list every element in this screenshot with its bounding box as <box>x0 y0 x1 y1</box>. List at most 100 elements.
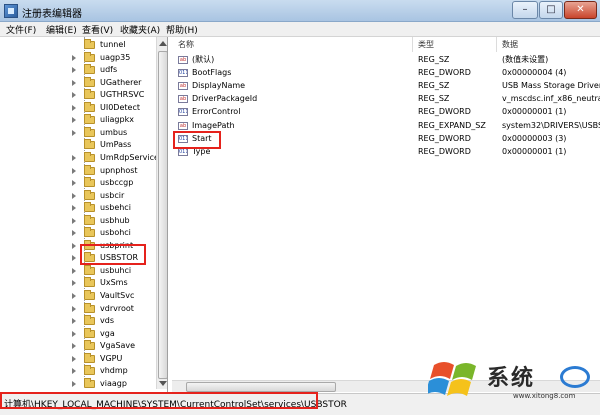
value-type: REG_SZ <box>418 94 450 104</box>
value-row[interactable]: 011 BootFlags REG_DWORD 0x00000004 (4) <box>172 67 600 79</box>
tree-item-umrdpservice[interactable]: UmRdpService <box>72 151 167 164</box>
column-header-name[interactable]: 名称 <box>178 39 194 50</box>
menu-edit[interactable]: 编辑(E) <box>46 23 77 36</box>
registry-key-tree[interactable]: tunnel uagp35 udfs UGatherer UGTHRSVC UI0Dete… <box>0 37 168 392</box>
expand-arrow-icon[interactable] <box>72 230 76 237</box>
expand-arrow-icon[interactable] <box>72 355 76 362</box>
expand-arrow-icon[interactable] <box>72 343 76 350</box>
expand-arrow-icon[interactable] <box>72 318 76 325</box>
tree-item-ugatherer[interactable]: UGatherer <box>72 76 167 89</box>
value-type: REG_SZ <box>418 55 450 64</box>
menu-file[interactable]: 文件(F) <box>6 23 36 36</box>
regedit-app-icon <box>4 4 18 18</box>
tree-item-usbccgp[interactable]: usbccgp <box>72 177 167 189</box>
tree-item-usbohci[interactable]: usbohci <box>72 227 167 239</box>
tree-item-usbuhci[interactable]: usbuhci <box>72 264 167 277</box>
expand-arrow-icon[interactable] <box>72 330 76 337</box>
list-horizontal-scrollbar[interactable] <box>172 380 600 392</box>
expand-arrow-icon[interactable] <box>72 267 76 274</box>
expand-arrow-icon[interactable] <box>72 54 76 61</box>
value-data: 0x00000001 (1) <box>502 146 567 156</box>
value-row[interactable]: ab (默认) REG_SZ (数值未设置) <box>172 54 600 66</box>
value-row[interactable]: 011 Type REG_DWORD 0x00000001 (1) <box>172 146 600 158</box>
scroll-thumb[interactable] <box>158 51 167 379</box>
tree-item-vds[interactable]: vds <box>72 315 167 327</box>
menu-view[interactable]: 查看(V) <box>82 23 113 36</box>
scroll-down-arrow-icon[interactable] <box>159 381 167 386</box>
tree-item-ui0detect[interactable]: UI0Detect <box>72 101 167 114</box>
tree-item-vdrvroot[interactable]: vdrvroot <box>72 302 167 315</box>
minimize-button[interactable]: – <box>512 1 538 19</box>
expand-arrow-icon[interactable] <box>72 255 76 262</box>
tree-item-vgpu[interactable]: VGPU <box>72 352 167 365</box>
tree-item-label: usbccgp <box>100 178 134 188</box>
expand-arrow-icon[interactable] <box>72 104 76 111</box>
string-value-icon: ab <box>178 95 188 104</box>
tree-item-umbus[interactable]: umbus <box>72 126 167 139</box>
tree-item-usbhub[interactable]: usbhub <box>72 214 167 227</box>
expand-arrow-icon[interactable] <box>72 79 76 86</box>
expand-arrow-icon[interactable] <box>72 205 76 212</box>
value-data: v_mscdsc.inf_x86_neutra <box>502 94 600 104</box>
expand-arrow-icon[interactable] <box>72 180 76 187</box>
expand-arrow-icon[interactable] <box>72 117 76 124</box>
expand-arrow-icon[interactable] <box>72 280 76 287</box>
column-header-type[interactable]: 类型 <box>418 39 434 50</box>
expand-arrow-icon[interactable] <box>72 67 76 74</box>
tree-item-usbehci[interactable]: usbehci <box>72 202 167 214</box>
menu-help[interactable]: 帮助(H) <box>166 23 198 36</box>
expand-arrow-icon[interactable] <box>72 217 76 224</box>
value-type: REG_DWORD <box>418 107 471 117</box>
column-separator[interactable] <box>496 37 497 52</box>
expand-arrow-icon[interactable] <box>72 293 76 299</box>
expand-arrow-icon[interactable] <box>72 129 76 136</box>
column-header-data[interactable]: 数据 <box>502 39 518 50</box>
expand-arrow-icon[interactable] <box>72 154 76 161</box>
tree-item-usbcir[interactable]: usbcir <box>72 189 167 202</box>
expand-arrow-icon[interactable] <box>72 380 76 387</box>
mascot-logo-icon <box>560 366 590 388</box>
tree-item-vgasave[interactable]: VgaSave <box>72 340 167 352</box>
value-type: REG_SZ <box>418 81 450 91</box>
tree-item-label: tunnel <box>100 40 126 49</box>
tree-item-vga[interactable]: vga <box>72 327 167 340</box>
string-value-icon: ab <box>178 121 188 130</box>
value-row[interactable]: ab DisplayName REG_SZ USB Mass Storage Driv… <box>172 80 600 92</box>
tree-item-uliagpkx[interactable]: uliagpkx <box>72 114 167 126</box>
tree-item-upnphost[interactable]: upnphost <box>72 164 167 177</box>
tree-item-tunnel[interactable]: tunnel <box>72 39 167 51</box>
expand-arrow-icon[interactable] <box>72 167 76 174</box>
value-row[interactable]: ab DriverPackageId REG_SZ v_mscdsc.inf_x86_… <box>172 93 600 105</box>
tree-item-uagp35[interactable]: uagp35 <box>72 51 167 64</box>
value-name: (默认) <box>192 55 215 64</box>
tree-item-vhdmp[interactable]: vhdmp <box>72 365 167 377</box>
scroll-up-arrow-icon[interactable] <box>159 41 167 46</box>
folder-icon <box>84 164 95 175</box>
tree-item-label: vga <box>100 328 115 338</box>
watermark-url: www.xitong8.com <box>513 392 576 400</box>
value-row[interactable]: 011 Start REG_DWORD 0x00000003 (3) <box>172 133 600 145</box>
tree-item-udfs[interactable]: udfs <box>72 64 167 76</box>
menu-favorites[interactable]: 收藏夹(A) <box>120 23 160 36</box>
tree-item-vaultsvc[interactable]: VaultSvc <box>72 290 167 302</box>
value-type: REG_DWORD <box>418 68 471 78</box>
column-separator[interactable] <box>412 37 413 52</box>
tree-item-ugthrsvc[interactable]: UGTHRSVC <box>72 89 167 101</box>
value-row[interactable]: ab ImagePath REG_EXPAND_SZ system32\DRIVERS… <box>172 120 600 132</box>
maximize-button[interactable]: □ <box>539 1 563 19</box>
folder-icon <box>84 302 95 313</box>
scroll-thumb[interactable] <box>186 382 336 392</box>
expand-arrow-icon[interactable] <box>72 92 76 99</box>
expand-arrow-icon[interactable] <box>72 368 76 375</box>
close-button[interactable]: ✕ <box>564 1 597 19</box>
expand-arrow-icon[interactable] <box>72 242 76 249</box>
tree-item-viaagp[interactable]: viaagp <box>72 377 167 390</box>
expand-arrow-icon[interactable] <box>72 192 76 199</box>
expand-arrow-icon[interactable] <box>72 305 76 312</box>
tree-item-uxsms[interactable]: UxSms <box>72 277 167 289</box>
highlight-box-path <box>0 392 318 409</box>
value-data: 0x00000001 (1) <box>502 107 567 117</box>
value-row[interactable]: 011 ErrorControl REG_DWORD 0x00000001 (1) <box>172 106 600 118</box>
tree-vertical-scrollbar[interactable] <box>156 37 167 389</box>
tree-item-umpass[interactable]: UmPass <box>72 139 167 151</box>
